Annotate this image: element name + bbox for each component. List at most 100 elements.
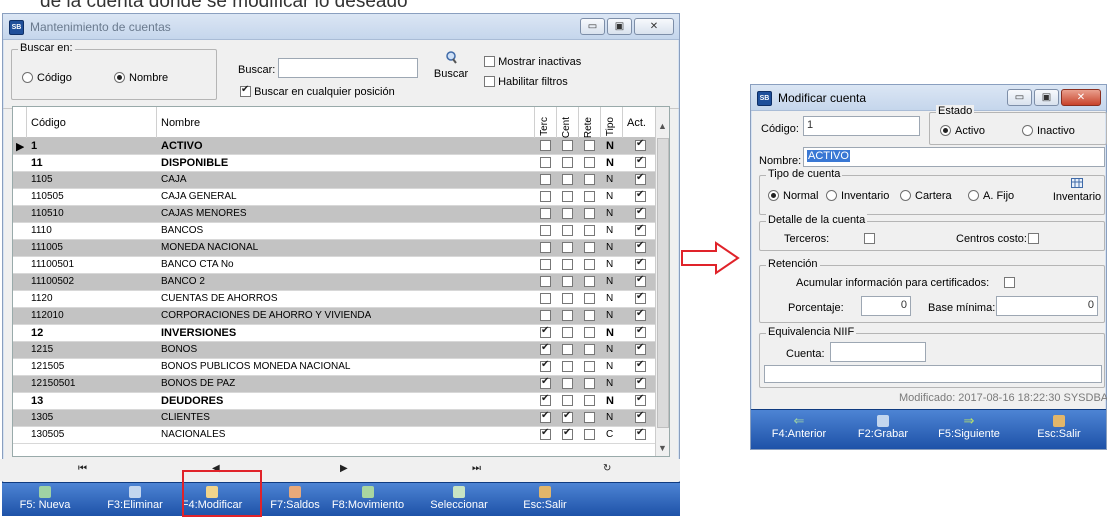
cell-terc-checkbox[interactable] — [540, 140, 551, 152]
cell-act-checkbox[interactable] — [635, 172, 646, 186]
scroll-down-icon[interactable]: ▼ — [658, 443, 667, 453]
toolbar-button-seleccionar[interactable]: Seleccionar — [416, 483, 502, 517]
cell-terc-checkbox[interactable] — [540, 259, 551, 271]
buscar-button[interactable]: Buscar — [431, 51, 471, 80]
refresh-icon[interactable]: ↻ — [603, 463, 611, 474]
cell-terc-checkbox[interactable] — [540, 242, 551, 254]
table-row[interactable]: 130505 NACIONALES C — [13, 427, 657, 444]
table-row[interactable]: 13 DEUDORES N — [13, 393, 657, 410]
cell-cent-checkbox[interactable] — [562, 259, 573, 271]
radio-activo[interactable]: Activo — [940, 125, 985, 137]
cell-rete-checkbox[interactable] — [584, 412, 595, 424]
header-cent[interactable]: Cent — [557, 107, 579, 138]
cell-act-checkbox[interactable] — [635, 291, 646, 305]
cell-terc-checkbox[interactable] — [540, 410, 551, 424]
cell-cent-checkbox[interactable] — [562, 225, 573, 237]
radio-cartera[interactable]: Cartera — [900, 190, 952, 202]
toolbar-button-f8-movimiento[interactable]: F8:Movimiento — [325, 483, 411, 517]
maximize-icon[interactable]: ▣ — [607, 18, 632, 35]
radio-normal[interactable]: Normal — [768, 190, 818, 202]
cell-rete-checkbox[interactable] — [584, 276, 595, 288]
radio-inactivo[interactable]: Inactivo — [1022, 125, 1075, 137]
cell-cent-checkbox[interactable] — [562, 191, 573, 203]
next-record-icon[interactable]: ▶ — [340, 463, 348, 474]
cell-terc-checkbox[interactable] — [540, 376, 551, 390]
table-row[interactable]: 1120 CUENTAS DE AHORROS N — [13, 291, 657, 308]
search-input[interactable] — [278, 58, 418, 78]
cell-act-checkbox[interactable] — [635, 308, 646, 322]
cell-rete-checkbox[interactable] — [584, 378, 595, 390]
last-record-icon[interactable]: ⏭ — [472, 463, 481, 474]
cell-rete-checkbox[interactable] — [584, 225, 595, 237]
cell-terc-checkbox[interactable] — [540, 276, 551, 288]
cell-terc-checkbox[interactable] — [540, 208, 551, 220]
dialog-close-icon[interactable]: ✕ — [1061, 89, 1101, 106]
cell-cent-checkbox[interactable] — [562, 242, 573, 254]
table-row[interactable]: 11100502 BANCO 2 N — [13, 274, 657, 291]
table-row[interactable]: 1110 BANCOS N — [13, 223, 657, 240]
dialog-button-f5-siguiente[interactable]: ⇒ F5:Siguiente — [929, 410, 1009, 450]
dialog-titlebar[interactable]: SB Modificar cuenta ▭ ▣ ✕ — [751, 85, 1106, 111]
cell-act-checkbox[interactable] — [635, 325, 646, 339]
cell-cent-checkbox[interactable] — [562, 395, 573, 407]
cualquier-posicion-checkbox[interactable]: Buscar en cualquier posición — [240, 84, 395, 98]
cell-cent-checkbox[interactable] — [562, 344, 573, 356]
cell-cent-checkbox[interactable] — [562, 427, 573, 441]
header-terc[interactable]: Terc — [535, 107, 557, 138]
header-act[interactable]: Act. — [623, 107, 657, 138]
cuenta-description-field[interactable] — [764, 365, 1102, 383]
cuenta-input[interactable] — [830, 342, 926, 362]
cell-act-checkbox[interactable] — [635, 206, 646, 220]
cell-rete-checkbox[interactable] — [584, 157, 595, 169]
table-row[interactable]: ▶ 1 ACTIVO N — [13, 138, 657, 155]
table-row[interactable]: 1105 CAJA N — [13, 172, 657, 189]
cell-act-checkbox[interactable] — [635, 427, 646, 441]
table-row[interactable]: 12150501 BONOS DE PAZ N — [13, 376, 657, 393]
table-row[interactable]: 12 INVERSIONES N — [13, 325, 657, 342]
nombre-input[interactable]: ACTIVO — [803, 147, 1105, 167]
minimize-icon[interactable]: ▭ — [580, 18, 605, 35]
cell-terc-checkbox[interactable] — [540, 225, 551, 237]
cell-act-checkbox[interactable] — [635, 410, 646, 424]
radio-nombre[interactable]: Nombre — [114, 72, 168, 84]
radio-a-fijo[interactable]: A. Fijo — [968, 190, 1014, 202]
dialog-button-f4-anterior[interactable]: ⇐ F4:Anterior — [759, 410, 839, 450]
toolbar-button-f5-nueva[interactable]: F5: Nueva — [2, 483, 88, 517]
scroll-up-icon[interactable]: ▲ — [658, 121, 667, 131]
habilitar-filtros-checkbox[interactable]: Habilitar filtros — [484, 76, 568, 88]
cell-rete-checkbox[interactable] — [584, 310, 595, 322]
table-row[interactable]: 110505 CAJA GENERAL N — [13, 189, 657, 206]
cell-rete-checkbox[interactable] — [584, 344, 595, 356]
cell-act-checkbox[interactable] — [635, 138, 646, 152]
dialog-maximize-icon[interactable]: ▣ — [1034, 89, 1059, 106]
cell-cent-checkbox[interactable] — [562, 410, 573, 424]
header-tipo[interactable]: Tipo — [601, 107, 623, 138]
cell-act-checkbox[interactable] — [635, 189, 646, 203]
radio-codigo[interactable]: Código — [22, 72, 72, 84]
cell-rete-checkbox[interactable] — [584, 327, 595, 339]
cell-terc-checkbox[interactable] — [540, 310, 551, 322]
cell-rete-checkbox[interactable] — [584, 242, 595, 254]
header-rete[interactable]: Rete — [579, 107, 601, 138]
cell-rete-checkbox[interactable] — [584, 259, 595, 271]
cell-rete-checkbox[interactable] — [584, 395, 595, 407]
cell-cent-checkbox[interactable] — [562, 378, 573, 390]
table-row[interactable]: 1215 BONOS N — [13, 342, 657, 359]
cell-terc-checkbox[interactable] — [540, 427, 551, 441]
centros-costo-checkbox[interactable] — [1028, 233, 1039, 245]
terceros-checkbox[interactable] — [864, 233, 875, 245]
cell-rete-checkbox[interactable] — [584, 174, 595, 186]
codigo-input[interactable]: 1 — [803, 116, 920, 136]
cell-act-checkbox[interactable] — [635, 359, 646, 373]
cell-rete-checkbox[interactable] — [584, 361, 595, 373]
cell-rete-checkbox[interactable] — [584, 293, 595, 305]
table-row[interactable]: 1305 CLIENTES N — [13, 410, 657, 427]
table-row[interactable]: 11100501 BANCO CTA No N — [13, 257, 657, 274]
dialog-button-f2-grabar[interactable]: F2:Grabar — [843, 410, 923, 450]
cell-terc-checkbox[interactable] — [540, 325, 551, 339]
cell-terc-checkbox[interactable] — [540, 393, 551, 407]
cell-rete-checkbox[interactable] — [584, 208, 595, 220]
table-row[interactable]: 121505 BONOS PUBLICOS MONEDA NACIONAL N — [13, 359, 657, 376]
cell-rete-checkbox[interactable] — [584, 140, 595, 152]
cell-act-checkbox[interactable] — [635, 155, 646, 169]
